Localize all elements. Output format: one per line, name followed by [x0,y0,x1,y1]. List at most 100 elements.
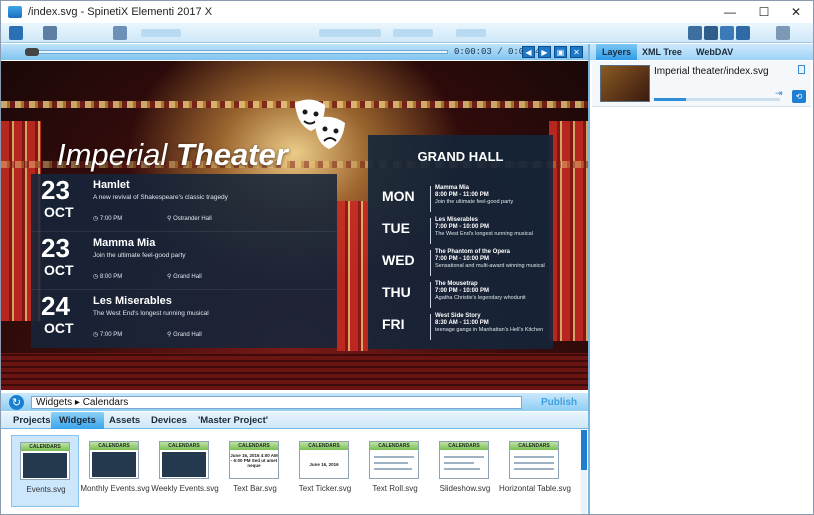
menu-icon[interactable] [9,26,23,40]
new-file-icon[interactable] [43,26,57,40]
schedule-time: 7:00 PM - 10:00 PM [435,256,490,262]
hall-schedule-panel: GRAND HALL MON Mamma Mia 8:00 PM - 11:00… [368,135,553,349]
widget-label: Events.svg [26,485,66,494]
tab-xml-tree[interactable]: XML Tree [642,44,682,60]
background-boxes [549,121,588,341]
schedule-row: WED The Phantom of the Opera 7:00 PM - 1… [368,247,553,278]
show-title-bold: Theater [175,137,288,172]
show-title-light: Imperial [57,137,176,172]
insert-media-icon[interactable] [720,26,734,40]
panel-splitter[interactable] [588,44,590,514]
fullscreen-icon[interactable]: ▣ [554,46,567,58]
event-time-text: 7:00 PM [99,332,123,338]
gallery-scrollbar-thumb[interactable] [581,430,587,470]
widget-thumbnail: CALENDARS [369,441,419,479]
schedule-row: FRI West Side Story 8:30 AM - 11:00 PM t… [368,311,553,342]
schedule-description: Agatha Christie's legendary whodunit [435,295,526,301]
insert-image-icon[interactable] [736,26,750,40]
events-panel: 23 OCT Hamlet A new revival of Shakespea… [31,174,337,348]
widget-tile[interactable]: CALENDARS Horizontal Table.svg [499,435,571,507]
minimize-button[interactable]: — [713,1,747,23]
event-item: 24 OCT Les Miserables The West End's lon… [31,290,337,348]
thumbnail-header: CALENDARS [160,442,208,450]
widget-tile[interactable]: CALENDARS June 16, 2016 4:00 AM - 6:00 P… [221,435,289,507]
library-tabs: Projects Widgets Assets Devices 'Master … [1,412,588,429]
seek-handle[interactable] [25,48,39,56]
schedule-time: 7:00 PM - 10:00 PM [435,224,490,230]
widget-thumbnail: CALENDARS [89,441,139,479]
toolbar-placeholder [141,29,181,37]
widget-tile[interactable]: CALENDARS June 16, 2016 Text Ticker.svg [291,435,359,507]
hall-title: GRAND HALL [417,149,504,164]
divider [430,186,431,212]
event-time-text: 8:00 PM [99,274,123,280]
copy-icon[interactable] [113,26,127,40]
document-icon[interactable] [798,65,805,74]
widget-tile[interactable]: CALENDARS Text Roll.svg [361,435,429,507]
title-bar: /index.svg - SpinetiX Elementi 2017 X — … [1,1,813,23]
tab-widgets[interactable]: Widgets [51,412,104,429]
show-title: Imperial Theater [57,137,288,173]
layer-settings-icon[interactable]: ⟲ [792,90,806,103]
thumbnail-header: CALENDARS [370,442,418,450]
tab-master-project[interactable]: 'Master Project' [198,412,268,429]
play-icon[interactable]: ▶ [538,46,551,58]
tab-webdav[interactable]: WebDAV [696,44,733,60]
insert-layer-icon[interactable] [704,26,718,40]
pin-icon[interactable]: ⇥ [775,88,783,99]
widget-thumbnail: CALENDARS June 16, 2016 [299,441,349,479]
widget-tile[interactable]: CALENDARS Slideshow.svg [431,435,499,507]
schedule-weekday: FRI [382,316,405,332]
divider [430,282,431,308]
schedule-row: MON Mamma Mia 8:00 PM - 11:00 PM Join th… [368,183,553,214]
tab-layers[interactable]: Layers [596,44,638,60]
tab-devices[interactable]: Devices [151,412,187,429]
widget-label: Slideshow.svg [439,484,491,493]
divider [430,250,431,276]
schedule-time: 7:00 PM - 10:00 PM [435,288,490,294]
refresh-icon[interactable]: ↻ [9,395,24,410]
path-input[interactable]: Widgets ▸ Calendars [31,396,522,409]
event-name: Les Miserables [93,295,172,307]
insert-text-icon[interactable] [688,26,702,40]
thumbnail-line [444,462,474,464]
schedule-description: teenage gangs in Manhattan's Hell's Kitc… [435,327,544,333]
thumbnail-line [514,456,554,458]
event-venue-text: Grand Hall [173,274,202,280]
tab-projects[interactable]: Projects [13,412,51,429]
event-day: 23 [41,233,70,263]
schedule-show: West Side Story [435,313,481,319]
maximize-button[interactable]: ☐ [747,1,781,23]
event-name: Mamma Mia [93,237,156,249]
event-item: 23 OCT Mamma Mia Join the ultimate feel-… [31,232,337,290]
thumbnail-line [444,468,480,470]
widget-label: Text Bar.svg [233,484,277,493]
schedule-description: Sensational and multi-award winning musi… [435,263,545,269]
event-month: OCT [44,320,74,336]
document-icon[interactable] [776,26,790,40]
toolbar-placeholder [319,29,381,37]
schedule-time: 8:00 PM - 11:00 PM [435,192,489,198]
divider [430,314,431,340]
thumbnail-header: CALENDARS [21,443,69,451]
close-button[interactable]: ✕ [779,1,813,23]
widget-tile[interactable]: CALENDARS Events.svg [11,435,79,507]
close-preview-icon[interactable]: ✕ [570,46,583,58]
event-day: 23 [41,175,70,205]
layer-progress-fill [654,98,686,101]
thumbnail-preview [162,452,206,477]
schedule-weekday: TUE [382,220,410,236]
tab-assets[interactable]: Assets [109,412,140,429]
thumbnail-header: CALENDARS [90,442,138,450]
widget-tile[interactable]: CALENDARS Monthly Events.svg [80,435,150,507]
layer-item[interactable]: Imperial theater/index.svg ⇥ ⟲ [592,61,811,107]
layer-thumbnail [600,65,650,102]
widget-thumbnail: CALENDARS [509,441,559,479]
widget-thumbnail: CALENDARS [20,442,70,480]
event-day: 24 [41,291,70,321]
widget-tile[interactable]: CALENDARS Weekly Events.svg [151,435,219,507]
rewind-icon[interactable]: ◀ [522,46,535,58]
thumbnail-line [374,456,414,458]
publish-button[interactable]: Publish [541,397,577,408]
seek-bar[interactable] [25,50,448,54]
